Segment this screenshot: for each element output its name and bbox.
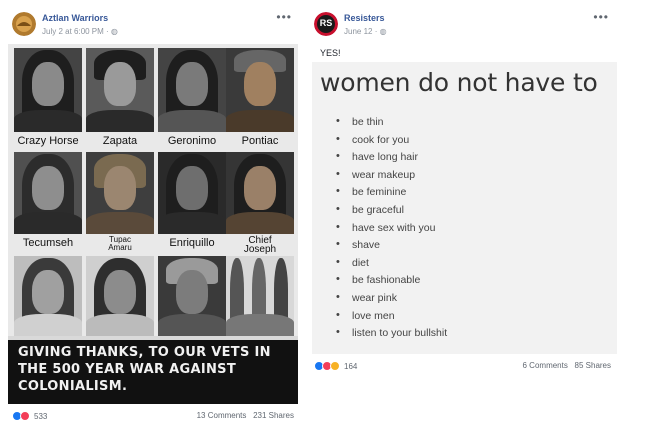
shares-count[interactable]: 85 Shares xyxy=(575,361,611,370)
engagement-counts: 6 Comments 85 Shares xyxy=(523,361,612,370)
list-item: love men xyxy=(336,309,447,328)
list-item: listen to your bullshit xyxy=(336,326,447,345)
globe-icon: · ◍ xyxy=(374,27,387,36)
post-image[interactable]: Crazy Horse Zapata Geronimo Pontiac Tecu… xyxy=(8,44,298,404)
image-headline: women do not have to xyxy=(320,68,598,97)
portrait-photo xyxy=(86,152,154,234)
reaction-summary[interactable]: 533 xyxy=(12,411,47,421)
list-item: shave xyxy=(336,238,447,257)
portrait-label: Tupac Amaru xyxy=(108,235,132,252)
post-header: RS Resisters June 12 · ◍ ••• xyxy=(310,10,617,44)
post-timestamp[interactable]: June 12 · ◍ xyxy=(344,27,387,36)
banner-line: GIVING THANKS, TO OUR VETS IN xyxy=(18,345,271,360)
banner-line: COLONIALISM. xyxy=(18,379,128,394)
reaction-summary[interactable]: 164 xyxy=(314,361,357,371)
list-item: wear pink xyxy=(336,291,447,310)
portrait-label: Tecumseh xyxy=(22,237,74,249)
page-avatar[interactable] xyxy=(12,12,36,36)
image-banner-text: GIVING THANKS, TO OUR VETS IN THE 500 YE… xyxy=(8,340,298,404)
list-item: be fashionable xyxy=(336,273,447,292)
reaction-count[interactable]: 164 xyxy=(344,362,357,371)
list-item: diet xyxy=(336,256,447,275)
portrait-label: Crazy Horse xyxy=(17,135,79,147)
author-name[interactable]: Resisters xyxy=(344,13,385,23)
haha-reaction-icon xyxy=(330,361,340,371)
timestamp-text[interactable]: July 2 at 6:00 PM xyxy=(42,27,104,36)
globe-icon: · ◍ xyxy=(106,27,118,36)
author-name[interactable]: Aztlan Warriors xyxy=(42,13,108,23)
portrait-label: Chief Joseph xyxy=(243,235,277,255)
portrait-photo xyxy=(14,256,82,336)
portrait-photo xyxy=(226,256,294,336)
list-item: be feminine xyxy=(336,185,447,204)
portrait-photo xyxy=(86,256,154,336)
portrait-photo xyxy=(14,48,82,132)
engagement-counts: 13 Comments 231 Shares xyxy=(197,411,294,420)
image-bullet-list: be thin cook for you have long hair wear… xyxy=(336,115,447,345)
portrait-photo xyxy=(14,152,82,234)
post-footer: 533 13 Comments 231 Shares xyxy=(8,411,300,425)
portrait-grid: Crazy Horse Zapata Geronimo Pontiac Tecu… xyxy=(8,44,298,336)
more-options-icon[interactable]: ••• xyxy=(276,10,292,24)
reaction-count[interactable]: 533 xyxy=(34,412,47,421)
portrait-photo xyxy=(86,48,154,132)
timestamp-text[interactable]: June 12 xyxy=(344,27,372,36)
list-item: have long hair xyxy=(336,150,447,169)
portrait-photo xyxy=(158,256,226,336)
avatar-text: RS xyxy=(319,18,333,28)
portrait-label: Pontiac xyxy=(241,135,279,147)
love-reaction-icon xyxy=(20,411,30,421)
list-item: be thin xyxy=(336,115,447,134)
portrait-photo xyxy=(158,48,226,132)
post-timestamp[interactable]: July 2 at 6:00 PM · ◍ xyxy=(42,27,118,36)
post-image[interactable]: women do not have to be thin cook for yo… xyxy=(312,62,617,354)
portrait-photo xyxy=(226,48,294,132)
post-aztlan-warriors: Aztlan Warriors July 2 at 6:00 PM · ◍ ••… xyxy=(4,0,300,435)
page-avatar[interactable]: RS xyxy=(314,12,338,36)
list-item: cook for you xyxy=(336,133,447,152)
post-text: YES! xyxy=(320,48,341,58)
list-item: be graceful xyxy=(336,203,447,222)
list-item: have sex with you xyxy=(336,221,447,240)
post-header: Aztlan Warriors July 2 at 6:00 PM · ◍ ••… xyxy=(8,10,300,44)
portrait-label: Enriquillo xyxy=(169,237,215,249)
portrait-label: Zapata xyxy=(102,135,138,147)
comments-count[interactable]: 6 Comments xyxy=(523,361,568,370)
portrait-label: Geronimo xyxy=(167,135,217,147)
more-options-icon[interactable]: ••• xyxy=(593,10,609,24)
comments-count[interactable]: 13 Comments xyxy=(197,411,247,420)
shares-count[interactable]: 231 Shares xyxy=(253,411,294,420)
banner-line: THE 500 YEAR WAR AGAINST xyxy=(18,362,236,377)
post-resisters: RS Resisters June 12 · ◍ ••• YES! women … xyxy=(306,0,617,435)
list-item: wear makeup xyxy=(336,168,447,187)
portrait-photo xyxy=(158,152,226,234)
portrait-photo xyxy=(226,152,294,234)
post-footer: 164 6 Comments 85 Shares xyxy=(310,361,617,375)
